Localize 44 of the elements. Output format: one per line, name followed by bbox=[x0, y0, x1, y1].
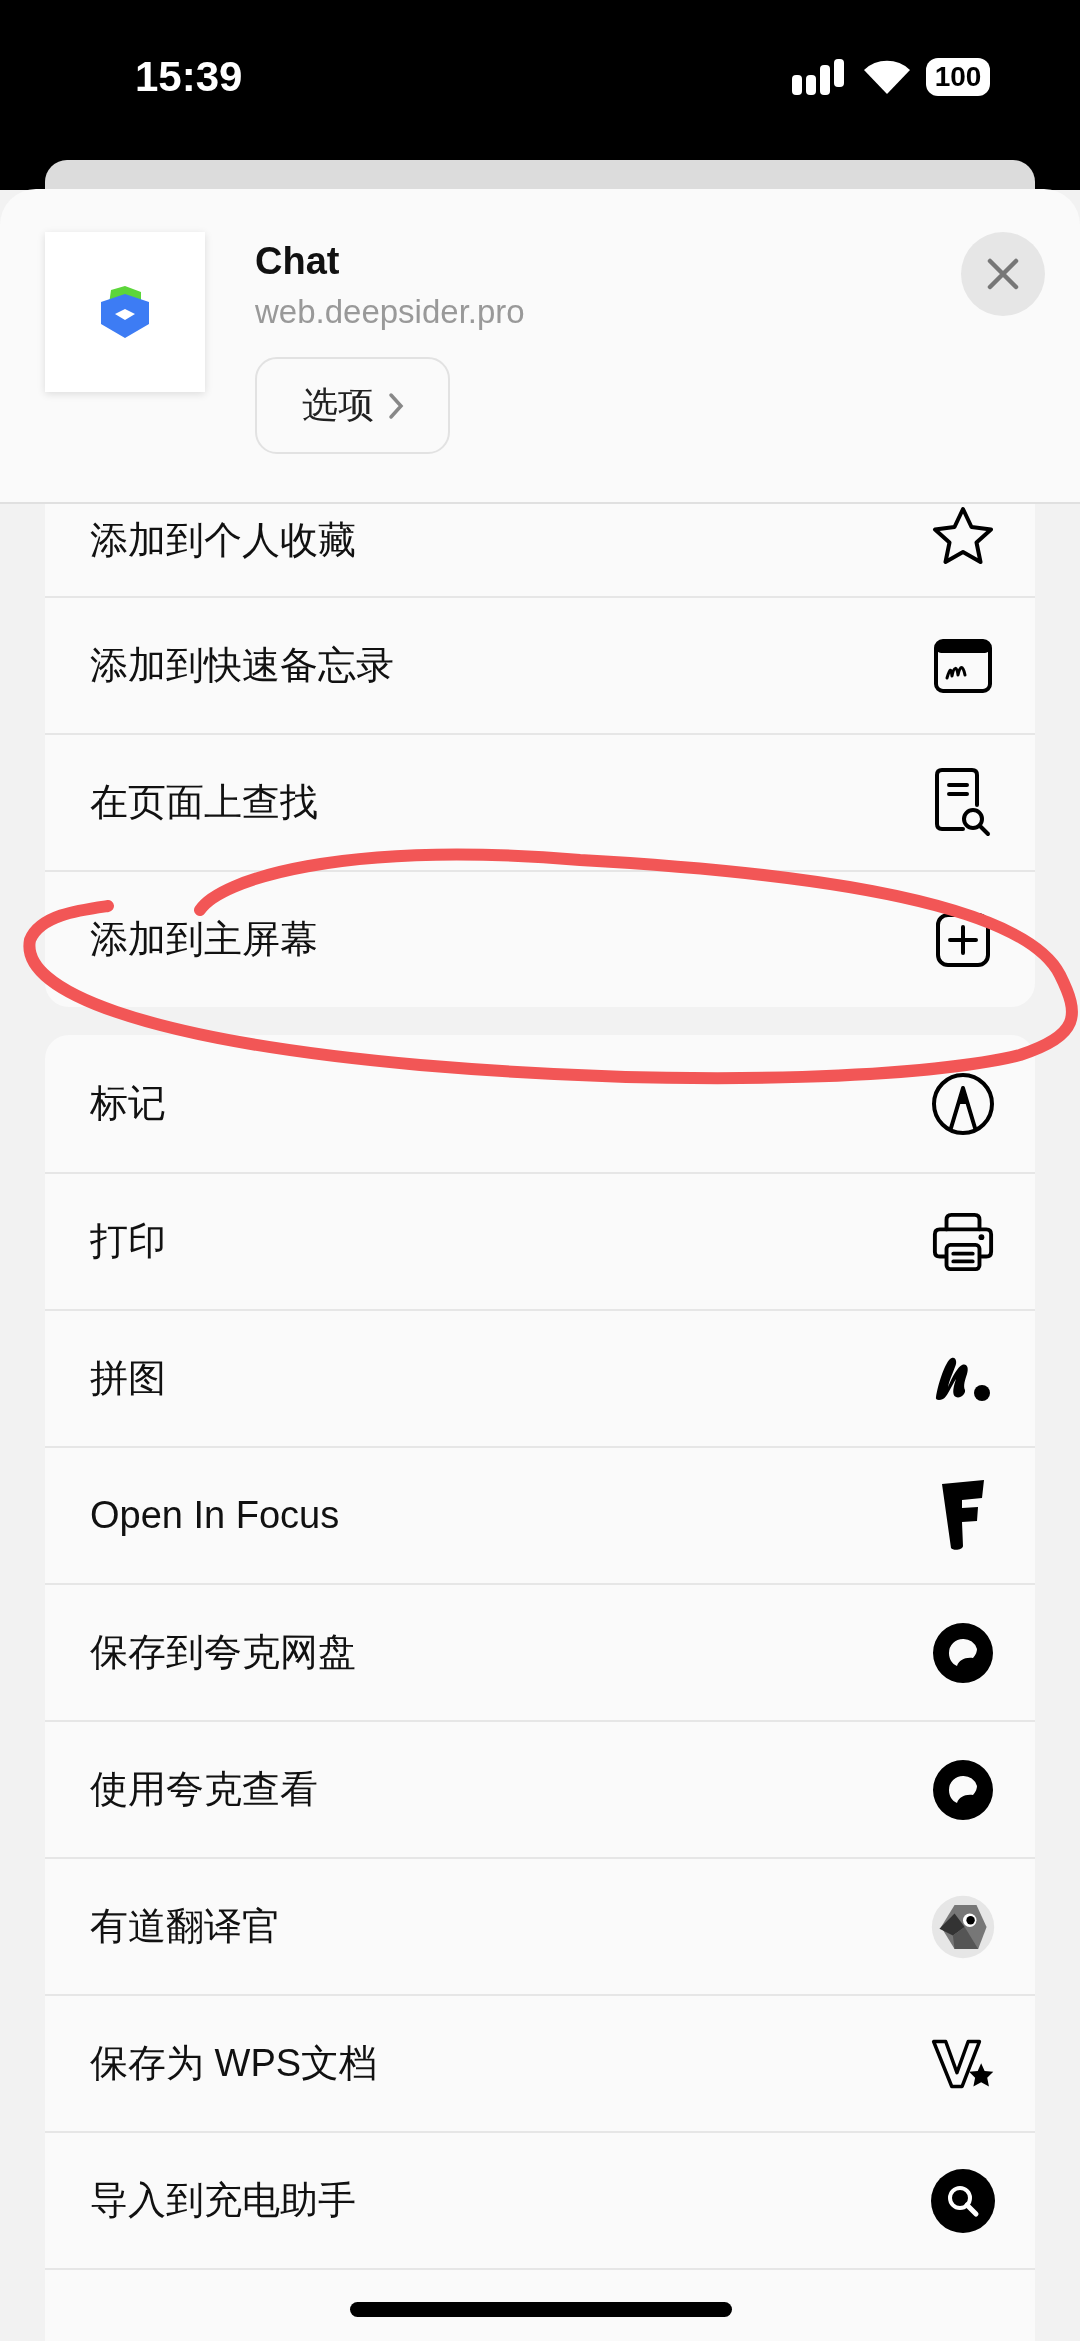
action-row[interactable]: 在页面上查找 bbox=[45, 733, 1035, 870]
action-label: 添加到个人收藏 bbox=[90, 518, 356, 563]
action-row[interactable]: 添加到个人收藏 bbox=[45, 504, 1035, 596]
page-url: web.deepsider.pro bbox=[255, 293, 526, 331]
action-label: 添加到主屏幕 bbox=[90, 917, 318, 962]
action-row[interactable]: 添加到快速备忘录 bbox=[45, 596, 1035, 733]
action-label: 导入到充电助手 bbox=[90, 2178, 356, 2223]
chevron-right-icon bbox=[387, 391, 404, 420]
action-label: 有道翻译官 bbox=[90, 1904, 280, 1949]
action-label: 在页面上查找 bbox=[90, 780, 318, 825]
action-row[interactable]: 保存为 WPS文档 bbox=[45, 1994, 1035, 2131]
action-label: 打印 bbox=[90, 1219, 166, 1264]
options-button[interactable]: 选项 bbox=[255, 357, 450, 454]
battery-level: 100 bbox=[926, 58, 990, 96]
pen-tip-icon bbox=[931, 1071, 995, 1136]
action-row[interactable]: 保存到夸克网盘 bbox=[45, 1583, 1035, 1720]
action-row[interactable]: 使用夸克查看 bbox=[45, 1720, 1035, 1857]
action-label: 保存为 WPS文档 bbox=[90, 2041, 378, 2086]
action-row[interactable]: 标记 bbox=[45, 1035, 1035, 1172]
close-icon bbox=[987, 258, 1019, 290]
printer-icon bbox=[931, 1210, 995, 1273]
memo-icon bbox=[933, 637, 993, 694]
action-label: 保存到夸克网盘 bbox=[90, 1630, 356, 1675]
wifi-icon bbox=[864, 60, 910, 94]
action-label: 添加到快速备忘录 bbox=[90, 643, 394, 688]
ring-logo-icon bbox=[932, 1621, 994, 1684]
document-search-icon bbox=[933, 766, 993, 839]
action-row[interactable]: 打印 bbox=[45, 1172, 1035, 1309]
action-row[interactable]: Open In Focus bbox=[45, 1446, 1035, 1583]
letter-f-logo-icon bbox=[940, 1479, 986, 1552]
action-label: Open In Focus bbox=[90, 1494, 340, 1537]
action-row[interactable]: 导入到充电助手 bbox=[45, 2131, 1035, 2268]
ring-logo-icon bbox=[932, 1758, 994, 1821]
action-label: 标记 bbox=[90, 1081, 166, 1126]
page-title: Chat bbox=[255, 240, 341, 283]
star-icon bbox=[931, 506, 995, 566]
action-row[interactable]: 拼图 bbox=[45, 1309, 1035, 1446]
action-row[interactable]: 有道翻译官 bbox=[45, 1857, 1035, 1994]
search-icon bbox=[931, 2168, 995, 2233]
status-time: 15:39 bbox=[135, 53, 243, 101]
action-label: 使用夸克查看 bbox=[90, 1767, 318, 1812]
action-row[interactable]: 添加到主屏幕 bbox=[45, 870, 1035, 1007]
add-square-icon bbox=[935, 911, 991, 968]
action-label: 拼图 bbox=[90, 1356, 166, 1401]
